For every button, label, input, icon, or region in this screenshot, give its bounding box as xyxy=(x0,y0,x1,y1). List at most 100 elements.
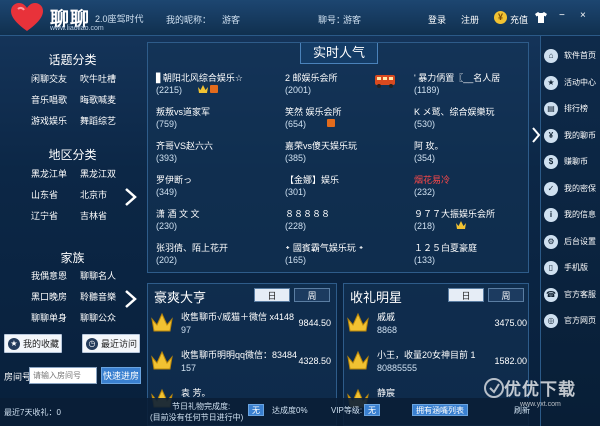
ranking-row[interactable]: 收售聊币明明qq微信：83484 157 4328.50 xyxy=(151,344,331,378)
room-name: ᛭ 國賓霸气娱乐玩 ᛭ xyxy=(285,243,364,253)
ranking-id: 97 xyxy=(181,325,192,335)
recharge-button[interactable]: 充值 xyxy=(510,13,528,26)
topic-item[interactable]: 音乐唱歌 xyxy=(31,93,67,106)
card-list-button[interactable]: 拥有涵嘴列表 xyxy=(412,404,468,416)
room-cell[interactable]: 烟花易冷 (232) xyxy=(414,173,539,201)
shirt-icon[interactable] xyxy=(535,12,547,23)
room-cell[interactable]: 罗伊断っ (349) xyxy=(156,173,281,201)
sidebar-item[interactable]: ¥ 我的聊币 xyxy=(541,126,600,146)
topic-item[interactable]: 晦歌喊麦 xyxy=(80,93,116,106)
family-title: 家族 xyxy=(60,251,85,265)
sidebar-item[interactable]: ▤ 排行榜 xyxy=(541,99,600,119)
sidebar-item[interactable]: ☎ 官方客服 xyxy=(541,285,600,305)
room-cell[interactable]: 阿 玫。 (354) xyxy=(414,139,539,167)
topic-item[interactable]: 闲聊交友 xyxy=(31,72,67,85)
sidebar-item-label: 活动中心 xyxy=(564,77,596,87)
sidebar-item[interactable]: ★ 活动中心 xyxy=(541,73,600,93)
sidebar-item-label: 我的信息 xyxy=(564,210,596,219)
rich-ranking-title: 豪爽大亨 xyxy=(154,290,207,305)
chart-icon: ▤ xyxy=(544,102,558,116)
room-name: 潇 酒 文 文 xyxy=(156,209,200,219)
ranking-row[interactable]: 戚戚 8868 3475.00 xyxy=(347,306,527,340)
ranking-row[interactable]: 小王，收量20女神目前 1 80885555 1582.00 xyxy=(347,344,527,378)
region-item[interactable]: 黑龙江双 xyxy=(80,167,116,180)
tab-day[interactable]: 日 xyxy=(448,288,484,302)
family-item[interactable]: 我偶意恩 xyxy=(31,269,67,282)
sidebar-item[interactable]: $ 赚聊币 xyxy=(541,152,600,172)
chevron-right-icon[interactable] xyxy=(124,289,138,309)
close-button[interactable]: × xyxy=(580,10,586,21)
tab-day[interactable]: 日 xyxy=(254,288,290,302)
room-cell[interactable]: 笑然 娱乐会所 (654) xyxy=(285,105,410,133)
room-name: 【金娜】娱乐 xyxy=(285,175,340,185)
room-cell[interactable]: ▋朝阳北风综合娱乐☆ (2215) xyxy=(156,71,281,99)
chevron-right-icon[interactable] xyxy=(124,187,138,207)
region-item[interactable]: 山东省 xyxy=(31,188,58,201)
sidebar-item[interactable]: i 我的信息 xyxy=(541,205,600,225)
room-cell[interactable]: ᛭ 國賓霸气娱乐玩 ᛭ (165) xyxy=(285,241,410,269)
region-item[interactable]: 北京市 xyxy=(80,188,107,201)
family-item[interactable]: 聊聊公众 xyxy=(80,311,116,324)
tab-week[interactable]: 周 xyxy=(488,288,524,302)
sidebar-item[interactable]: ▯ 手机版 xyxy=(541,258,600,278)
family-item[interactable]: 聊聊名人 xyxy=(80,269,116,282)
family-item[interactable]: 聆聽音樂 xyxy=(80,290,116,303)
room-cell[interactable]: 叛叛vs道家军 (759) xyxy=(156,105,281,133)
heart-logo-icon xyxy=(11,3,43,31)
sidebar-item-label: 手机版 xyxy=(564,263,588,272)
sidebar-item-label: 官方客服 xyxy=(564,289,596,299)
header-bar: 聊聊 2.0座驾时代 www.liaoliao.com 我的昵称： 游客 聊号：… xyxy=(0,0,600,36)
room-cell[interactable]: 【金娜】娱乐 (301) xyxy=(285,173,410,201)
tab-week[interactable]: 周 xyxy=(294,288,330,302)
region-item[interactable]: 吉林省 xyxy=(80,209,107,222)
right-sidebar: ⌂ 软件首页 ★ 活动中心 ▤ 排行榜 ¥ 我的聊币 $ 赚聊币 ✓ 我的密保 i 我的信息 ⚙ 后台设置 ▯ 手… xyxy=(540,36,600,426)
room-cell[interactable]: 张羽倩、陌上花开 (202) xyxy=(156,241,281,269)
user-number-label: 聊号： xyxy=(318,15,346,25)
room-online-count: (218) xyxy=(414,221,436,231)
topic-item[interactable]: 舞蹈综艺 xyxy=(80,114,116,127)
room-cell[interactable]: 齐哥VS赵六六 (393) xyxy=(156,139,281,167)
room-online-count: (385) xyxy=(285,153,307,163)
room-cell[interactable]: K メ鹫、综合娱樂玩 (530) xyxy=(414,105,539,133)
region-item[interactable]: 黑龙江单 xyxy=(31,167,67,180)
sidebar-item[interactable]: ⚙ 后台设置 xyxy=(541,232,600,252)
room-name: 2 邮娱乐会所 xyxy=(285,73,338,83)
room-online-count: (165) xyxy=(285,255,307,265)
favorites-button[interactable]: ★ 我的收藏 xyxy=(4,334,62,353)
quick-enter-room-button[interactable]: 快速进房 xyxy=(101,367,141,384)
room-cell[interactable]: ' 暴力㑂置〖__名人居 (1189) xyxy=(414,71,539,99)
room-cell[interactable]: １２５白夏豪庭 (133) xyxy=(414,241,539,269)
region-item[interactable]: 辽宁省 xyxy=(31,209,58,222)
family-item[interactable]: 聊聊单身 xyxy=(31,311,67,324)
left-panel: 话题分类 闲聊交友 吹牛吐槽 音乐唱歌 晦歌喊麦 游戏娱乐 舞蹈综艺 地区分类 … xyxy=(0,36,145,426)
ranking-name: 收售聊币明明qq微信：83484 xyxy=(181,350,298,360)
recent-visits-button[interactable]: ◷ 最近访问 xyxy=(82,334,140,353)
favorites-label: 我的收藏 xyxy=(23,339,60,349)
minimize-button[interactable]: − xyxy=(559,10,565,21)
room-cell[interactable]: 嘉荣vs傻天娱乐玩 (385) xyxy=(285,139,410,167)
sidebar-item[interactable]: ◎ 官方网页 xyxy=(541,311,600,331)
room-cell[interactable]: 2 邮娱乐会所 (2001) xyxy=(285,71,410,99)
room-cell[interactable]: ９７７大振娱乐会所 (218) xyxy=(414,207,539,235)
room-number-input[interactable] xyxy=(29,367,97,384)
ranking-row[interactable]: 收售聊币√威猫＋微信 x4148 97 9844.50 xyxy=(151,306,331,340)
login-button[interactable]: 登录 xyxy=(428,13,446,26)
home-icon: ⌂ xyxy=(544,49,558,63)
ranking-name: 小王，收量20女神目前 1 xyxy=(377,350,476,360)
star-icon: ★ xyxy=(8,337,20,350)
room-cell[interactable]: ８８８８８ (228) xyxy=(285,207,410,235)
topic-item[interactable]: 游戏娱乐 xyxy=(31,114,67,127)
sidebar-item[interactable]: ⌂ 软件首页 xyxy=(541,46,600,66)
register-button[interactable]: 注册 xyxy=(461,13,479,26)
topic-item[interactable]: 吹牛吐槽 xyxy=(80,72,116,85)
room-online-count: (2215) xyxy=(156,85,183,95)
ranking-value: 9844.50 xyxy=(298,318,331,328)
phone-icon: ▯ xyxy=(544,261,558,275)
family-item[interactable]: 黑口晚房 xyxy=(31,290,67,303)
app-window: 聊聊 2.0座驾时代 www.liaoliao.com 我的昵称： 游客 聊号：… xyxy=(0,0,600,426)
ranking-name: 收售聊币√威猫＋微信 x4148 xyxy=(181,312,294,322)
watermark-url: www.yxt.com xyxy=(520,401,561,408)
ranking-name: 戚戚 xyxy=(377,312,396,322)
sidebar-item[interactable]: ✓ 我的密保 xyxy=(541,179,600,199)
room-cell[interactable]: 潇 酒 文 文 (230) xyxy=(156,207,281,235)
